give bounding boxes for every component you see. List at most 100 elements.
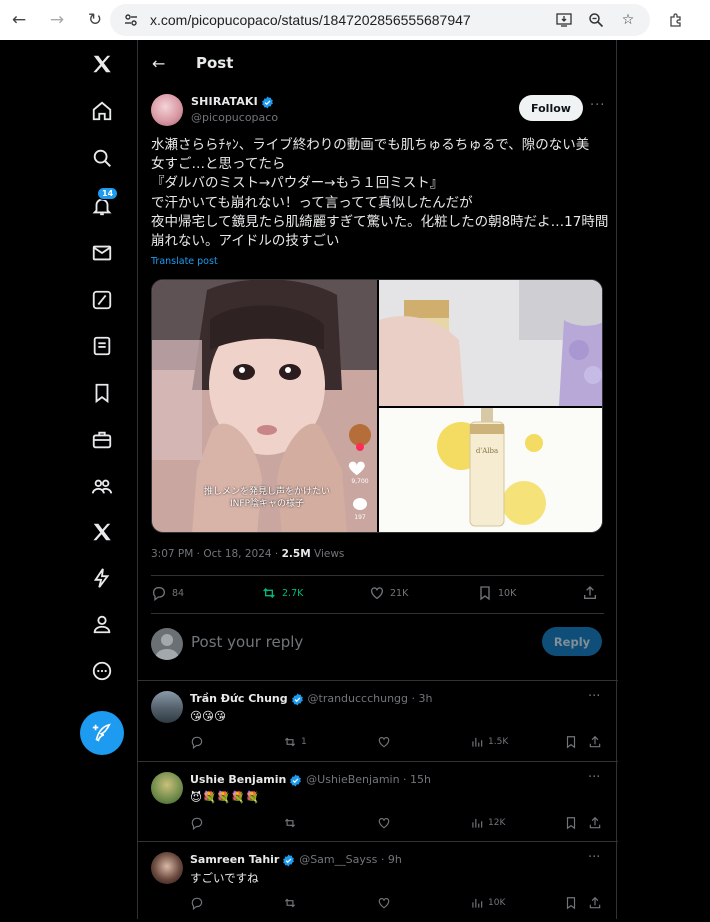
verified-badge-icon (291, 693, 303, 705)
repost-action[interactable]: 2.7K (261, 585, 303, 601)
jobs-icon[interactable] (80, 420, 124, 460)
lists-icon[interactable] (80, 326, 124, 366)
bookmarks-icon[interactable] (80, 373, 124, 413)
post-text-line: 『ダルバのミスト→パウダー→もう１回ミスト』 (151, 175, 444, 192)
post-column: ← Post SHIRATAKI @picopucopaco Follow ··… (137, 40, 618, 922)
grok-icon[interactable] (80, 280, 124, 320)
reply-input[interactable]: Post your reply (191, 633, 303, 651)
reply-author-name[interactable]: Trần Đức Chung (190, 692, 288, 705)
reload-icon[interactable]: ↻ (84, 9, 106, 31)
translate-post-link[interactable]: Translate post (151, 256, 218, 267)
reply-author[interactable]: Samreen Tahir @Sam__Sayss · 9h (190, 853, 402, 867)
reply-item[interactable]: Trần Đức Chung @tranduccchungg · 3h ··· … (138, 681, 618, 761)
reply-bookmark-action[interactable] (564, 896, 578, 910)
reply-share-action[interactable] (588, 816, 602, 830)
like-action[interactable]: 21K (369, 585, 408, 601)
video-caption-line: INFP陰キャの様子 (230, 499, 304, 509)
reply-more-icon[interactable]: ··· (588, 770, 600, 785)
reply-item[interactable]: Samreen Tahir @Sam__Sayss · 9h ··· すごいです… (138, 842, 618, 922)
reply-item[interactable]: Ushie Benjamin @UshieBenjamin · 15h ··· … (138, 762, 618, 842)
media-video-thumbnail[interactable]: 9,700 197 推しメンを発見し声をかけたい INFP陰キャの様子 (152, 280, 377, 532)
author-handle[interactable]: @picopucopaco (191, 111, 278, 124)
back-arrow-icon[interactable]: ← (152, 54, 165, 73)
address-bar[interactable]: x.com/picopucopaco/status/18472028565556… (110, 4, 650, 36)
messages-icon[interactable] (80, 233, 124, 273)
arrow-left-icon[interactable]: ← (8, 9, 30, 31)
verified-badge-icon (283, 854, 295, 866)
reply-more-icon[interactable]: ··· (588, 689, 600, 704)
post-header: ← Post (138, 40, 618, 88)
reply-submit-button[interactable]: Reply (542, 627, 602, 656)
install-app-icon[interactable] (554, 10, 574, 30)
reply-like-action[interactable] (377, 735, 391, 749)
compose-post-button[interactable] (80, 711, 124, 755)
reply-reply-action[interactable] (190, 816, 204, 830)
reply-bookmark-action[interactable] (564, 816, 578, 830)
extensions-icon[interactable] (665, 9, 687, 31)
notifications-icon[interactable]: 14 (80, 186, 124, 226)
follow-button[interactable]: Follow (519, 95, 583, 121)
more-options-icon[interactable] (80, 651, 124, 691)
post-action-bar: 84 2.7K 21K 10K (151, 585, 604, 605)
profile-icon[interactable] (80, 604, 124, 644)
arrow-right-icon[interactable]: → (46, 9, 68, 31)
reply-author-name[interactable]: Samreen Tahir (190, 853, 279, 866)
reply-handle[interactable]: @tranduccchungg · 3h (308, 692, 433, 705)
video-likes-count: 9,700 (351, 478, 369, 485)
post-time[interactable]: 3:07 PM · Oct 18, 2024 · (151, 548, 282, 560)
repost-count: 2.7K (282, 587, 304, 599)
reply-like-action[interactable] (377, 896, 391, 910)
reply-share-action[interactable] (588, 735, 602, 749)
media-product-bottle-image[interactable]: d'Alba (379, 408, 602, 532)
media-hand-bottle-image[interactable] (379, 280, 602, 406)
reply-author-name[interactable]: Ushie Benjamin (190, 773, 286, 786)
divider (151, 613, 604, 614)
reply-repost-action[interactable] (283, 816, 301, 830)
reply-views-action[interactable]: 12K (470, 816, 505, 830)
reply-author[interactable]: Trần Đức Chung @tranduccchungg · 3h (190, 692, 433, 706)
communities-icon[interactable] (80, 467, 124, 507)
reply-repost-action[interactable] (283, 896, 301, 910)
video-caption: 推しメンを発見し声をかけたい INFP陰キャの様子 (192, 486, 342, 510)
post-more-icon[interactable]: ··· (590, 98, 605, 113)
tiktok-avatar (349, 424, 371, 446)
reply-share-action[interactable] (588, 896, 602, 910)
bookmark-icon (566, 897, 576, 910)
author-avatar[interactable] (151, 94, 183, 126)
reply-avatar[interactable] (151, 691, 183, 723)
bookmark-icon (480, 586, 490, 601)
zoom-icon[interactable] (586, 10, 606, 30)
post-text-line: 女すご…と思ってたら (151, 156, 286, 173)
verified-orgs-lightning-icon[interactable] (80, 558, 124, 598)
reply-action[interactable]: 84 (151, 585, 184, 601)
search-icon[interactable] (80, 138, 124, 178)
author-name[interactable]: SHIRATAKI (191, 95, 274, 109)
reply-views-action[interactable]: 1.5K (470, 735, 508, 749)
reply-count: 84 (172, 587, 185, 599)
share-action[interactable] (582, 585, 598, 601)
post-text-line: で汗かいても崩れない！って言ってて真似したんだが (151, 194, 473, 211)
reply-text: 😘😘😘 (190, 709, 226, 723)
reply-bookmark-action[interactable] (564, 735, 578, 749)
home-icon[interactable] (80, 91, 124, 131)
reply-repost-action[interactable]: 1 (283, 735, 307, 749)
bookmark-action[interactable]: 10K (477, 585, 516, 601)
reply-handle[interactable]: @Sam__Sayss · 9h (299, 853, 402, 866)
reply-reply-action[interactable] (190, 735, 204, 749)
reply-views-action[interactable]: 10K (470, 896, 505, 910)
url-text[interactable]: x.com/picopucopaco/status/18472028565556… (150, 12, 471, 28)
reply-author[interactable]: Ushie Benjamin @UshieBenjamin · 15h (190, 773, 431, 787)
reply-handle[interactable]: @UshieBenjamin · 15h (306, 773, 431, 786)
x-logo-icon[interactable] (80, 44, 124, 84)
premium-x-icon[interactable] (80, 512, 124, 552)
reply-reply-action[interactable] (190, 896, 204, 910)
bookmark-star-icon[interactable]: ☆ (618, 10, 638, 30)
reply-avatar[interactable] (151, 772, 183, 804)
current-user-avatar[interactable] (151, 628, 183, 660)
reply-more-icon[interactable]: ··· (588, 850, 600, 865)
author-name-text[interactable]: SHIRATAKI (191, 95, 258, 108)
reply-like-action[interactable] (377, 816, 391, 830)
share-icon (584, 586, 596, 599)
site-settings-icon[interactable] (120, 9, 142, 31)
reply-avatar[interactable] (151, 852, 183, 884)
